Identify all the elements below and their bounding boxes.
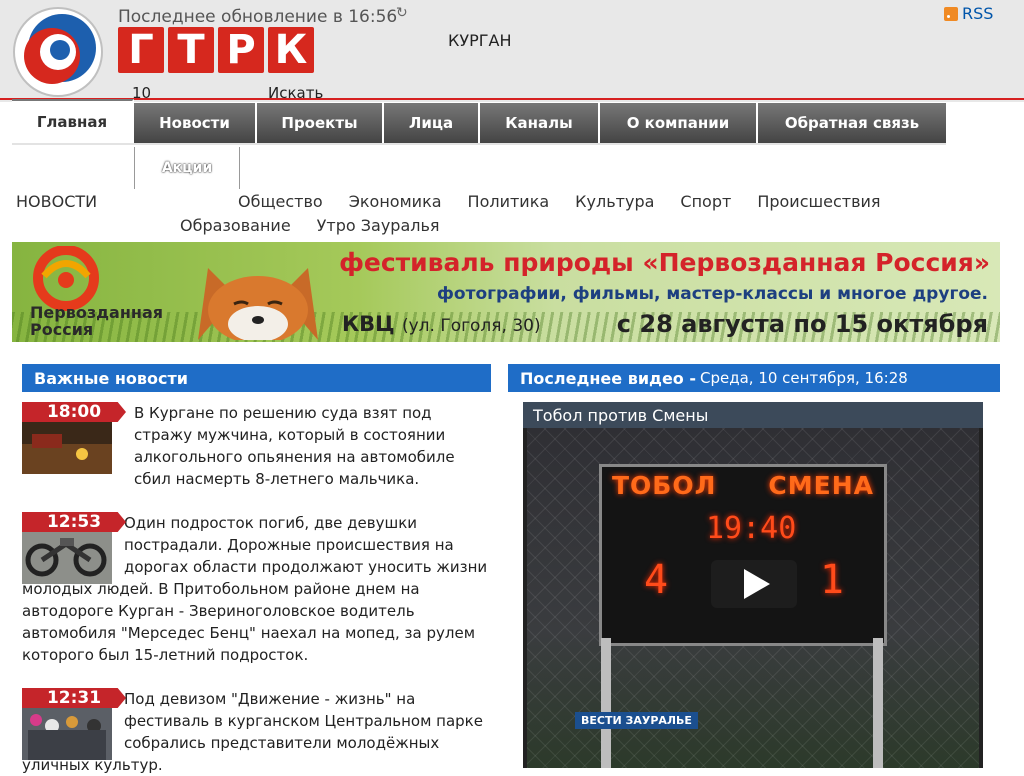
nav-item-faces[interactable]: Лица bbox=[384, 103, 480, 143]
video-player[interactable]: Тобол против Смены ТОБОЛ СМЕНА 19:40 4 1… bbox=[523, 402, 983, 768]
brand-letter: К bbox=[268, 27, 314, 73]
category-link-economy[interactable]: Экономика bbox=[349, 190, 442, 214]
category-link-society[interactable]: Общество bbox=[238, 190, 323, 214]
category-link-morning[interactable]: Утро Зауралья bbox=[317, 214, 440, 238]
festival-dates: с 28 августа по 15 октября bbox=[616, 310, 988, 338]
news-text[interactable]: В Кургане по решению суда взят под страж… bbox=[134, 402, 492, 490]
nav-item-news[interactable]: Новости bbox=[134, 103, 257, 143]
festival-logo-text: Первозданная Россия bbox=[30, 304, 163, 338]
nav-item-about[interactable]: О компании bbox=[600, 103, 758, 143]
news-thumbnail[interactable]: 12:53 bbox=[22, 512, 126, 584]
news-section-label: НОВОСТИ bbox=[16, 192, 98, 211]
latest-video-heading[interactable]: Последнее видео - Среда, 10 сентября, 16… bbox=[508, 364, 1000, 392]
festival-place: КВЦ (ул. Гоголя, 30) bbox=[342, 312, 541, 336]
scoreboard-post bbox=[601, 638, 611, 768]
festival-title: фестиваль природы «Первозданная Россия» bbox=[339, 248, 990, 277]
latest-video-label: Последнее видео - bbox=[520, 368, 696, 388]
nav-item-channels[interactable]: Каналы bbox=[480, 103, 600, 143]
play-icon[interactable] bbox=[711, 560, 797, 608]
festival-address: (ул. Гоголя, 30) bbox=[401, 316, 541, 336]
important-news-heading[interactable]: Важные новости bbox=[22, 364, 491, 392]
news-image bbox=[22, 700, 112, 760]
festival-banner[interactable]: Первозданная Россия фестиваль природы «П… bbox=[12, 242, 1000, 342]
news-time-badge: 18:00 bbox=[22, 402, 126, 422]
channel-watermark: ВЕСТИ ЗАУРАЛЬЕ bbox=[575, 712, 698, 729]
team-right-name: СМЕНА bbox=[768, 471, 874, 500]
last-update-text: Последнее обновление в 16:56 bbox=[118, 7, 398, 27]
team-left-name: ТОБОЛ bbox=[612, 471, 717, 500]
game-clock: 19:40 bbox=[706, 511, 797, 546]
category-link-incidents[interactable]: Происшествия bbox=[757, 190, 880, 214]
news-item[interactable]: 12:31 Под девизом "Движение - жизнь" на … bbox=[22, 688, 492, 776]
subnav-item-promotions[interactable]: Акции bbox=[134, 147, 240, 189]
brand-letter: Г bbox=[118, 27, 164, 73]
refresh-icon[interactable]: ↻ bbox=[396, 5, 408, 21]
news-item[interactable]: 12:53 Один подросток погиб, две девушки … bbox=[22, 512, 492, 666]
festival-subtitle: фотографии, фильмы, мастер-классы и мног… bbox=[437, 284, 988, 304]
nav-item-projects[interactable]: Проекты bbox=[257, 103, 384, 143]
scoreboard-post bbox=[873, 638, 883, 768]
news-thumbnail[interactable]: 18:00 bbox=[22, 402, 126, 474]
brand-letter: Т bbox=[168, 27, 214, 73]
category-link-education[interactable]: Образование bbox=[180, 214, 291, 238]
fox-image bbox=[198, 268, 318, 340]
video-frame[interactable]: ТОБОЛ СМЕНА 19:40 4 1 ВЕСТИ ЗАУРАЛЬЕ bbox=[527, 428, 979, 768]
city-label: КУРГАН bbox=[448, 31, 512, 50]
festival-logo-line: Первозданная bbox=[30, 303, 164, 322]
category-link-culture[interactable]: Культура bbox=[575, 190, 654, 214]
latest-video-date: Среда, 10 сентября, 16:28 bbox=[700, 369, 908, 387]
rss-label: RSS bbox=[962, 4, 994, 23]
category-links: Общество Экономика Политика Культура Спорт Пр… bbox=[170, 190, 930, 238]
main-nav: Главная Новости Проекты Лица Каналы О ко… bbox=[12, 99, 946, 145]
header-divider bbox=[0, 98, 1024, 100]
news-item[interactable]: 18:00 В Кургане по решению суда взят под… bbox=[22, 402, 492, 490]
rss-icon bbox=[944, 6, 958, 21]
score-right: 1 bbox=[819, 557, 844, 603]
category-link-politics[interactable]: Политика bbox=[468, 190, 550, 214]
gtrk-logo-icon[interactable] bbox=[12, 6, 104, 98]
festival-venue: КВЦ bbox=[342, 312, 395, 336]
scoreboard: ТОБОЛ СМЕНА 19:40 4 1 bbox=[599, 464, 887, 646]
video-title[interactable]: Тобол против Смены bbox=[523, 402, 983, 428]
brand-logo[interactable]: Г Т Р К bbox=[118, 27, 314, 73]
rss-link[interactable]: RSS bbox=[944, 4, 993, 23]
news-time-badge: 12:53 bbox=[22, 512, 126, 532]
nav-item-feedback[interactable]: Обратная связь bbox=[758, 103, 946, 143]
site-header: Последнее обновление в 16:56 ↻ Г Т Р К 1… bbox=[0, 0, 1024, 102]
news-time-badge: 12:31 bbox=[22, 688, 126, 708]
score-left: 4 bbox=[644, 557, 669, 603]
nav-item-home[interactable]: Главная bbox=[12, 99, 134, 143]
news-thumbnail[interactable]: 12:31 bbox=[22, 688, 126, 760]
news-image bbox=[22, 524, 112, 584]
category-link-sport[interactable]: Спорт bbox=[680, 190, 731, 214]
nav-underline bbox=[12, 143, 946, 145]
festival-logo-line: Россия bbox=[30, 320, 94, 339]
news-image bbox=[22, 414, 112, 474]
brand-letter: Р bbox=[218, 27, 264, 73]
